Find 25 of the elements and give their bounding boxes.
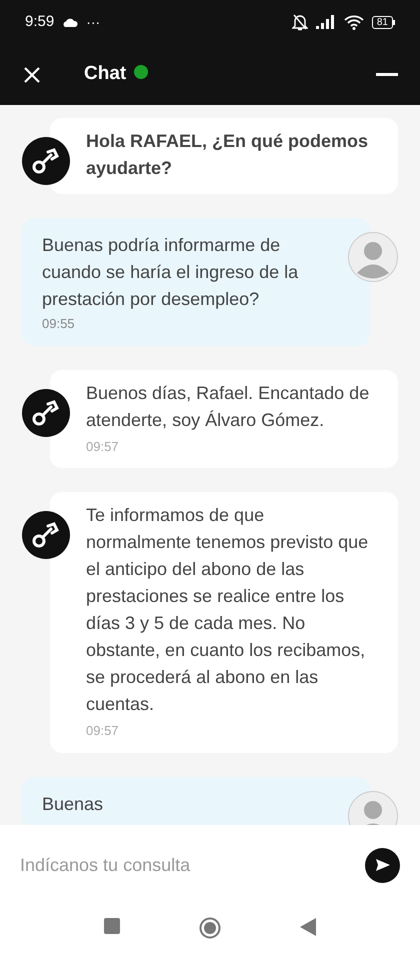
message-text: Hola RAFAEL, ¿En qué podemos ayudarte? — [86, 130, 370, 180]
chat-title: Chat — [84, 62, 126, 86]
signal-icon — [316, 15, 336, 29]
user-avatar-icon — [348, 232, 398, 282]
cloud-icon — [62, 18, 78, 26]
message-text: Buenas podría informarme de cuando se haría el ingreso de la prestación por desempleo? — [42, 234, 300, 311]
bell-off-icon — [292, 13, 308, 31]
home-button[interactable] — [199, 917, 221, 939]
wifi-icon — [344, 14, 364, 30]
battery-icon: 81 — [372, 16, 395, 28]
close-button[interactable] — [22, 64, 42, 84]
message-time: 09:55 — [42, 315, 76, 333]
message-time: 09:57 — [86, 722, 120, 740]
message-text: Buenos días, Rafael. Encantado de atenderte, soy Álvaro Gómez. — [86, 382, 370, 432]
close-icon — [23, 66, 41, 84]
status-time: 9:59 — [25, 12, 54, 32]
message-text: Buenas — [42, 792, 104, 816]
message-text: Te informamos de que normalmente tenemos previsto que el anticipo del abono de las prestaciones se realice entre los días 3 y 5 de cada mes. No obstante, en cuanto los recibamos, se procederá al abono en las cuentas. — [86, 504, 370, 716]
message-input[interactable]: Indícanos tu consulta — [20, 852, 365, 878]
recent-apps-button[interactable] — [103, 917, 121, 935]
more-indicator: ··· — [86, 12, 100, 32]
message-time: 09:57 — [86, 438, 120, 456]
send-icon — [374, 858, 390, 872]
back-button[interactable] — [299, 917, 317, 937]
send-button[interactable] — [365, 848, 400, 882]
